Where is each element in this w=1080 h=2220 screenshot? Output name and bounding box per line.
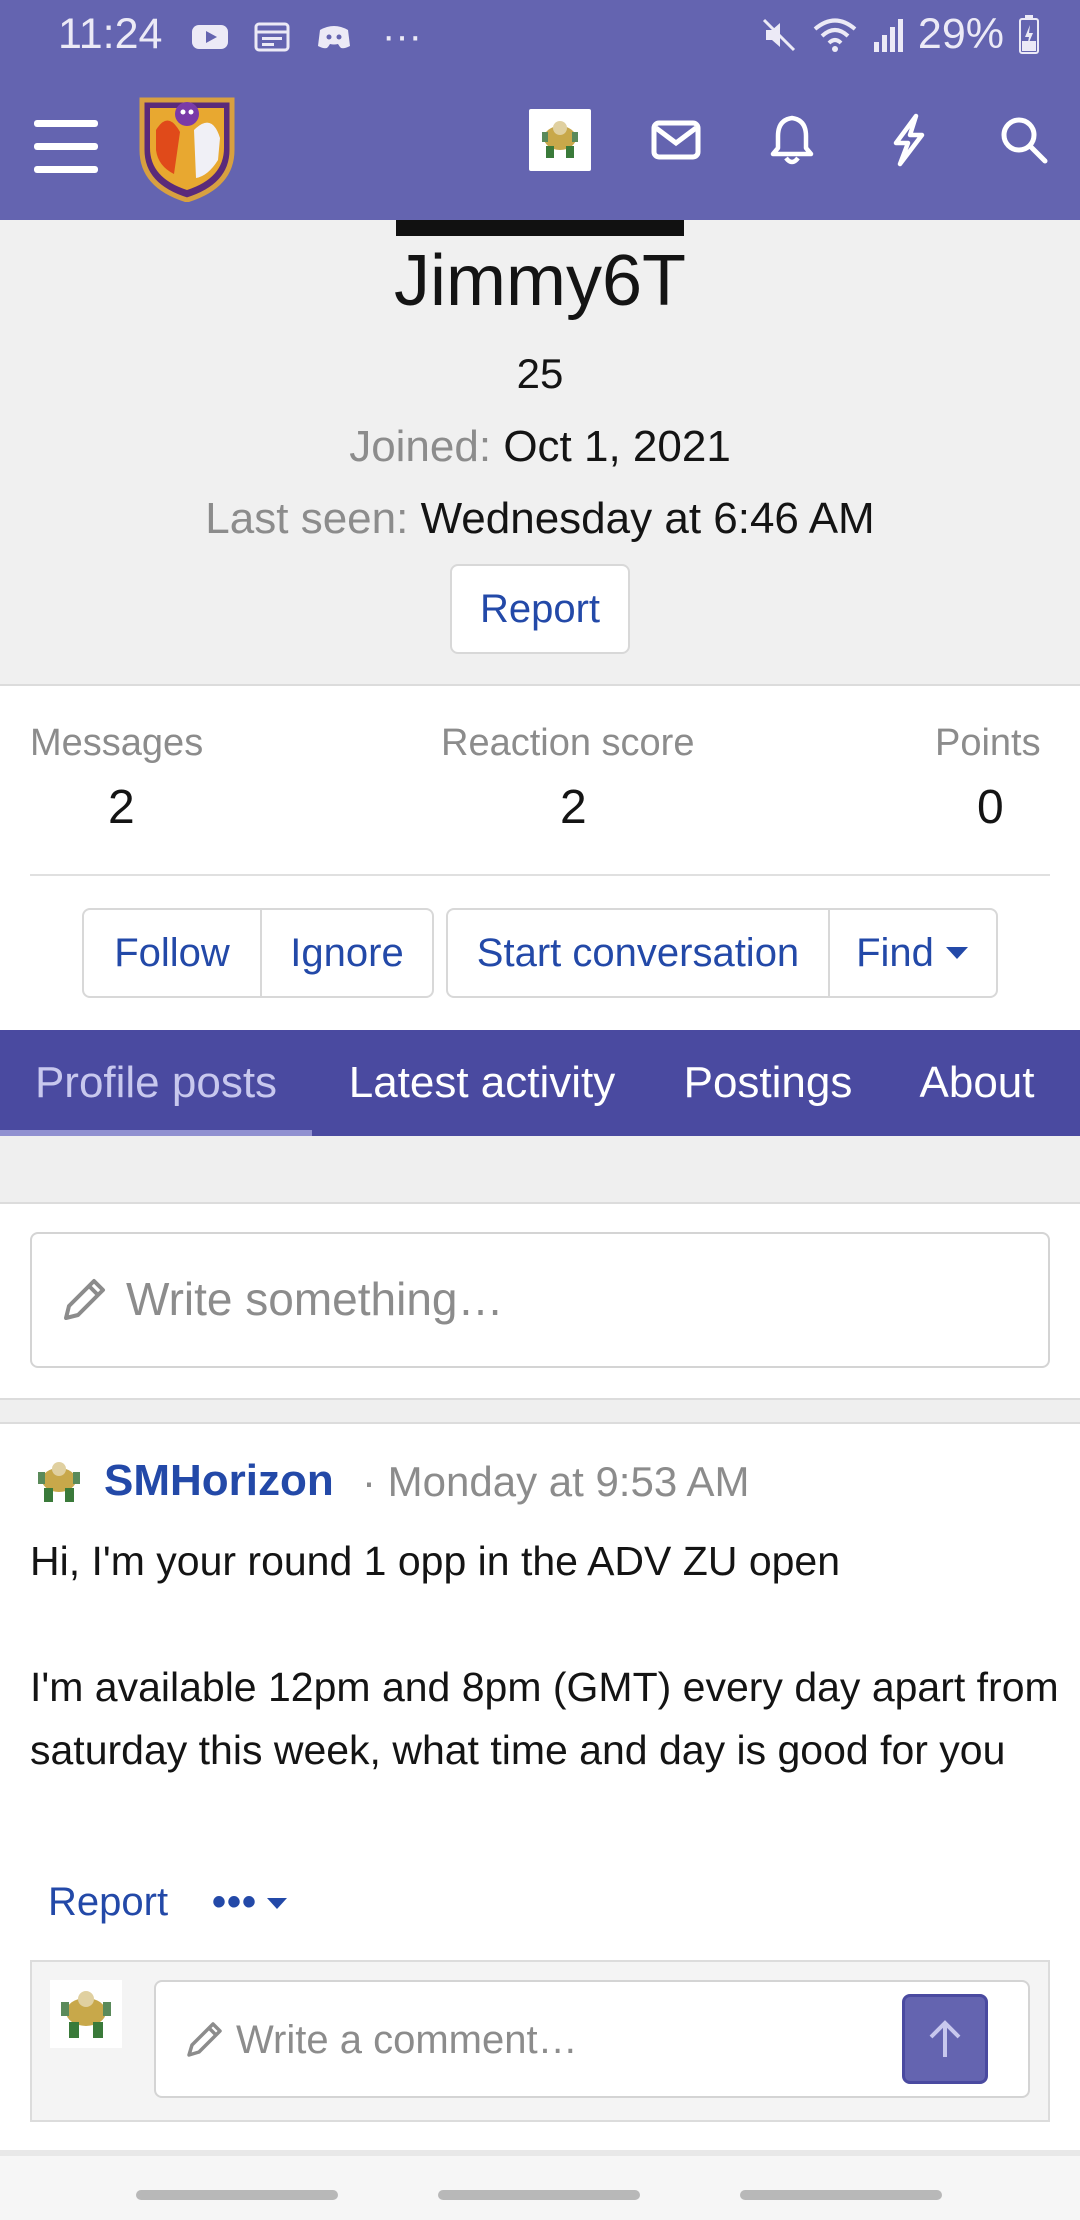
tab-latest-activity[interactable]: Latest activity — [312, 1030, 652, 1136]
write-comment-placeholder: Write a comment… — [236, 2018, 578, 2062]
menu-icon[interactable] — [34, 120, 98, 174]
tab-profile-posts[interactable]: Profile posts — [0, 1030, 312, 1136]
last-seen-line: Last seen: Wednesday at 6:46 AM — [0, 494, 1080, 544]
profile-tabs: Profile posts Latest activity Postings A… — [0, 1030, 1080, 1136]
post-timestamp[interactable]: · Monday at 9:53 AM — [362, 1458, 750, 1506]
section-spacer — [0, 1136, 1080, 1204]
pencil-icon — [187, 2022, 222, 2057]
user-avatar[interactable] — [528, 108, 592, 172]
post-body-line: Hi, I'm your round 1 opp in the ADV ZU o… — [30, 1538, 841, 1584]
post-separator — [0, 1398, 1080, 1424]
follow-ignore-group: Follow Ignore — [82, 908, 434, 998]
youtube-icon — [192, 24, 228, 49]
bolt-icon[interactable] — [876, 108, 940, 172]
nav-back-handle[interactable] — [740, 2190, 942, 2200]
stat-points-label: Points — [935, 722, 1041, 764]
start-conversation-button[interactable]: Start conversation — [448, 910, 828, 996]
wifi-icon — [813, 18, 857, 52]
stat-reaction-label: Reaction score — [441, 722, 695, 764]
status-system-icons: 29% — [760, 10, 1040, 59]
status-time: 11:24 — [58, 10, 163, 58]
signal-icon — [873, 18, 903, 52]
joined-line: Joined: Oct 1, 2021 — [0, 422, 1080, 472]
post-body: Hi, I'm your round 1 opp in the ADV ZU o… — [30, 1530, 1060, 1782]
post-more-menu[interactable]: ••• — [212, 1880, 289, 1925]
write-something-input[interactable]: Write something… — [30, 1232, 1050, 1368]
find-label: Find — [856, 930, 934, 975]
ignore-button[interactable]: Ignore — [260, 910, 432, 996]
stat-messages-label: Messages — [30, 722, 204, 764]
stat-reaction-value: 2 — [560, 781, 587, 834]
commenter-avatar — [50, 1980, 122, 2048]
arrow-up-icon — [929, 2020, 961, 2057]
find-dropdown-button[interactable]: Find — [828, 910, 996, 996]
scroll-to-top-button[interactable] — [902, 1994, 988, 2084]
more-notifications: ··· — [382, 14, 422, 58]
stats-divider — [30, 874, 1050, 876]
search-icon[interactable] — [992, 108, 1056, 172]
last-seen-label: Last seen: — [205, 494, 409, 543]
post-report-link[interactable]: Report — [48, 1880, 168, 1925]
caret-down-icon — [945, 947, 968, 959]
last-seen-value: Wednesday at 6:46 AM — [420, 494, 875, 543]
stat-points-value: 0 — [977, 781, 1004, 834]
mute-icon — [762, 18, 795, 51]
post-author-link[interactable]: SMHorizon — [104, 1456, 334, 1506]
profile-username: Jimmy6T — [394, 241, 686, 321]
more-dots: ••• — [212, 1880, 258, 1924]
follow-button[interactable]: Follow — [84, 910, 260, 996]
joined-label: Joined: — [349, 422, 492, 471]
status-notification-icons: ··· — [190, 14, 422, 59]
pencil-icon — [64, 1279, 105, 1320]
tab-postings[interactable]: Postings — [652, 1030, 884, 1136]
tab-about[interactable]: About — [884, 1030, 1070, 1136]
nav-home-handle[interactable] — [438, 2190, 640, 2200]
post-body-line: I'm available 12pm and 8pm (GMT) every d… — [30, 1664, 1059, 1773]
site-logo[interactable] — [134, 90, 240, 202]
write-comment-input[interactable]: Write a comment… — [154, 1980, 1030, 2098]
mail-icon[interactable] — [644, 108, 708, 172]
app-header: 11:24 ··· 29% — [0, 0, 1080, 220]
stat-messages-value: 2 — [108, 781, 135, 834]
profile-subtitle: 25 — [516, 350, 564, 397]
bell-icon[interactable] — [760, 108, 824, 172]
joined-value: Oct 1, 2021 — [503, 422, 731, 471]
profile-avatar — [396, 220, 684, 236]
calendar-icon — [254, 22, 290, 51]
discord-icon — [318, 25, 350, 48]
profile-summary: Jimmy6T 25 Joined: Oct 1, 2021 Last seen… — [0, 220, 1080, 686]
battery-percent: 29% — [917, 10, 1004, 58]
report-profile-button[interactable]: Report — [450, 564, 630, 654]
system-navigation-bar — [0, 2156, 1080, 2220]
caret-down-icon — [267, 1897, 288, 1909]
comment-area: Write a comment… — [30, 1960, 1050, 2122]
battery-icon — [1019, 14, 1039, 54]
write-something-placeholder: Write something… — [126, 1273, 504, 1325]
post-author-avatar[interactable] — [32, 1458, 86, 1506]
nav-recents-handle[interactable] — [136, 2190, 338, 2200]
conversation-find-group: Start conversation Find — [446, 908, 998, 998]
